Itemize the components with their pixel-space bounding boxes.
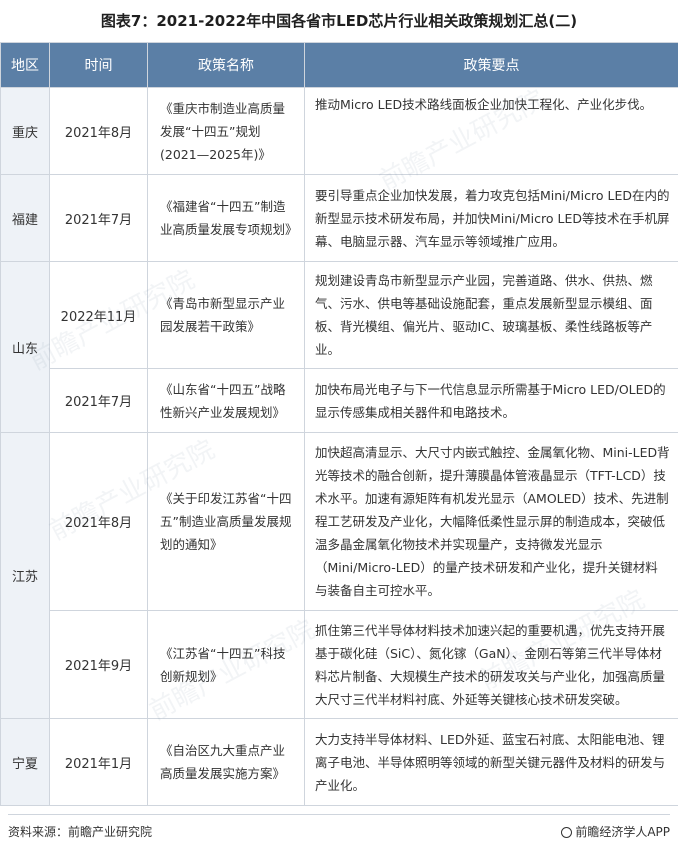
header-policy-name: 政策名称 (147, 42, 305, 88)
policy-name-cell: 《山东省“十四五”战略性新兴产业发展规划》 (147, 368, 305, 433)
table-header-row: 地区 时间 政策名称 政策要点 (0, 42, 678, 88)
brand-logo-icon (561, 827, 573, 838)
figure-title: 图表7：2021-2022年中国各省市LED芯片行业相关政策规划汇总(二) (100, 12, 578, 30)
policy-table: 地区 时间 政策名称 政策要点 重庆 2021年8月 《重庆市制造业高质量发展“… (0, 42, 678, 806)
policy-name-cell: 《重庆市制造业高质量发展“十四五”规划(2021—2025年)》 (147, 87, 305, 175)
policy-points-cell: 抓住第三代半导体材料技术加速兴起的重要机遇，优先支持开展基于碳化硅（SiC）、氮… (304, 610, 678, 719)
policy-points-cell: 推动Micro LED技术路线面板企业加快工程化、产业化步伐。 (304, 87, 678, 175)
footer: 资料来源：前瞻产业研究院 前瞻经济学人APP (8, 814, 670, 845)
policy-name-cell: 《关于印发江苏省“十四五”制造业高质量发展规划的通知》 (147, 432, 305, 611)
policy-name-cell: 《自治区九大重点产业高质量发展实施方案》 (147, 718, 305, 806)
policy-name-cell: 《江苏省“十四五”科技创新规划》 (147, 610, 305, 719)
table-row: 山东 2022年11月 《青岛市新型显示产业园发展若干政策》 规划建设青岛市新型… (0, 261, 678, 433)
table-row: 宁夏 2021年1月 《自治区九大重点产业高质量发展实施方案》 大力支持半导体材… (0, 718, 678, 806)
region-cell: 宁夏 (0, 718, 50, 806)
date-cell: 2021年8月 (49, 432, 148, 611)
date-cell: 2021年1月 (49, 718, 148, 806)
header-policy-points: 政策要点 (304, 42, 678, 88)
brand-text: 前瞻经济学人APP (575, 825, 670, 839)
source-note: 资料来源：前瞻产业研究院 (8, 825, 153, 839)
policy-points-cell: 要引导重点企业加快发展，着力攻克包括Mini/Micro LED在内的新型显示技… (304, 174, 678, 262)
date-cell: 2022年11月 (49, 261, 148, 369)
date-cell: 2021年8月 (49, 87, 148, 175)
table-row: 江苏 2021年8月 《关于印发江苏省“十四五”制造业高质量发展规划的通知》 加… (0, 432, 678, 719)
policy-points-cell: 加快超高清显示、大尺寸内嵌式触控、金属氧化物、Mini-LED背光等技术的融合创… (304, 432, 678, 611)
policy-name-cell: 《青岛市新型显示产业园发展若干政策》 (147, 261, 305, 369)
header-region: 地区 (0, 42, 50, 88)
date-cell: 2021年7月 (49, 174, 148, 262)
table-row: 2021年7月 《山东省“十四五”战略性新兴产业发展规划》 加快布局光电子与下一… (1, 368, 678, 433)
policy-points-cell: 大力支持半导体材料、LED外延、蓝宝石衬底、太阳能电池、锂离子电池、半导体照明等… (304, 718, 678, 806)
table-row: 福建 2021年7月 《福建省“十四五”制造业高质量发展专项规划》 要引导重点企… (0, 174, 678, 262)
date-cell: 2021年7月 (49, 368, 148, 433)
region-cell: 江苏 (0, 432, 50, 719)
region-cell: 福建 (0, 174, 50, 262)
region-cell: 山东 (0, 261, 50, 433)
table-row: 2021年9月 《江苏省“十四五”科技创新规划》 抓住第三代半导体材料技术加速兴… (1, 610, 678, 719)
header-date: 时间 (49, 42, 148, 88)
table-row: 重庆 2021年8月 《重庆市制造业高质量发展“十四五”规划(2021—2025… (0, 87, 678, 175)
region-cell: 重庆 (0, 87, 50, 175)
page: 图表7：2021-2022年中国各省市LED芯片行业相关政策规划汇总(二) 地区… (0, 0, 678, 849)
policy-points-cell: 规划建设青岛市新型显示产业园，完善道路、供水、供热、燃气、污水、供电等基础设施配… (304, 261, 678, 369)
policy-points-cell: 加快布局光电子与下一代信息显示所需基于Micro LED/OLED的显示传感集成… (304, 368, 678, 433)
brand-label: 前瞻经济学人APP (561, 823, 670, 840)
date-cell: 2021年9月 (49, 610, 148, 719)
policy-name-cell: 《福建省“十四五”制造业高质量发展专项规划》 (147, 174, 305, 262)
